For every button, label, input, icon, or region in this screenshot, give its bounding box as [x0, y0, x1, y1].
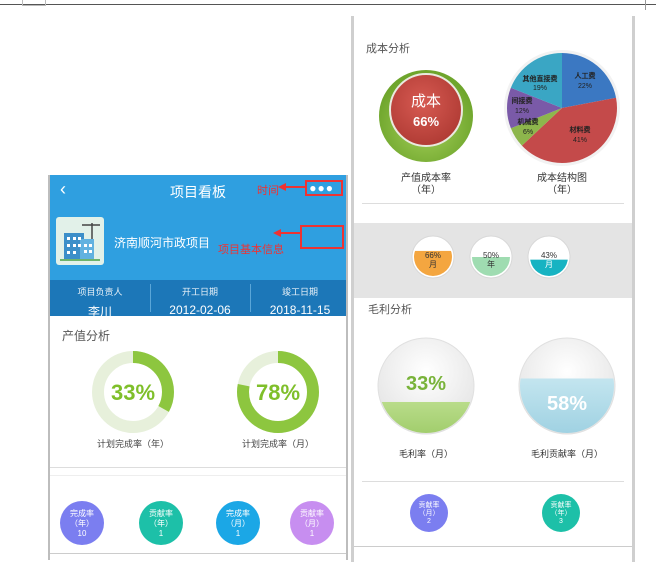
info-end-date: 竣工日期 2018-11-15: [250, 280, 346, 317]
info-value: 2018-11-15: [269, 303, 331, 317]
bottom-rule: [354, 546, 632, 547]
section-divider: [362, 203, 624, 204]
bottom-rule: [50, 553, 346, 554]
cost-ratio-circle: 成本 66%: [379, 70, 473, 162]
gross-contribution-value: 58%: [547, 393, 587, 415]
gross-margin-label: 毛利率（月）: [398, 449, 453, 459]
cost-ratio-label: 成本: [411, 93, 441, 110]
pill-year[interactable]: 50% 年: [468, 234, 514, 280]
svg-text:年: 年: [487, 259, 495, 269]
gross-contribution-ball: 58%: [518, 337, 616, 435]
svg-text:月: 月: [545, 260, 553, 269]
annotation-time: 时间: [257, 185, 279, 197]
gauge-value: 78%: [256, 380, 300, 405]
pill-month[interactable]: 66% 月: [410, 234, 456, 280]
gross-contribution-label: 毛利贡献率（月）: [530, 449, 603, 459]
document-corner-mark: [22, 0, 46, 6]
pie-label: 机械费: [518, 117, 539, 126]
section-title-output: 产值分析: [62, 329, 111, 343]
pie-label: 22%: [578, 83, 592, 90]
section-title-cost: 成本分析: [366, 43, 410, 55]
arrow-left-icon: [278, 183, 306, 191]
gauge-value: 33%: [111, 380, 155, 405]
svg-text:66%: 66%: [425, 251, 441, 260]
info-value: 2012-02-06: [169, 303, 231, 317]
pie-label: 材料费: [569, 125, 591, 134]
svg-text:月: 月: [429, 260, 437, 269]
pie-label: 41%: [573, 137, 587, 144]
project-info-bar: 项目负责人 李川 开工日期 2012-02-06 竣工日期 2018-11-15: [50, 280, 346, 319]
section-divider: [50, 475, 346, 476]
section-divider: [362, 481, 624, 482]
bubble-contribution-year[interactable]: 贡献率 （年） 3: [542, 494, 580, 532]
cost-ratio-caption: 产值成本率 （年）: [401, 173, 451, 196]
pie-label: 6%: [523, 129, 533, 136]
gross-margin-ball: 33%: [377, 337, 475, 435]
gauge-label: 计划完成率（年）: [96, 439, 169, 449]
cost-ratio-value: 66%: [413, 114, 439, 129]
section-title-gross-margin: 毛利分析: [368, 304, 412, 316]
annotation-project-info: 项目基本信息: [218, 244, 284, 256]
svg-text:43%: 43%: [541, 251, 557, 260]
bubble-contribution-month[interactable]: 贡献率 （月） 1: [290, 501, 334, 545]
pie-label: 其他直接费: [523, 74, 558, 83]
svg-text:50%: 50%: [483, 251, 499, 260]
arrow-left-icon: [273, 229, 301, 237]
document-top-rule: [0, 4, 656, 5]
pie-caption: 成本结构图 （年）: [537, 173, 587, 196]
bubble-contribution-year[interactable]: 贡献率 （年） 1: [139, 501, 183, 545]
gross-margin-value: 33%: [406, 373, 446, 395]
info-start-date: 开工日期 2012-02-06: [150, 280, 250, 317]
pie-label: 19%: [533, 85, 547, 92]
pie-label: 人工费: [575, 71, 596, 80]
section-divider: [50, 467, 346, 468]
info-manager: 项目负责人 李川: [50, 280, 150, 319]
info-label: 开工日期: [181, 287, 218, 297]
pie-label: 间接费: [512, 96, 533, 105]
right-phone-screen: 成本分析 成本 66% 产值成本率 （年） 其他直接费 19% 人工费 22% …: [351, 16, 635, 562]
info-label: 项目负责人: [77, 287, 123, 297]
pie-label: 12%: [515, 108, 529, 115]
bubble-contribution-month[interactable]: 贡献率 （月） 2: [410, 494, 448, 532]
gauge-year: 33%: [92, 351, 174, 433]
info-value: 李川: [87, 305, 112, 319]
project-name: 济南顺河市政项目: [114, 236, 211, 250]
building-icon: [56, 217, 104, 265]
annotation-box-info: [300, 225, 344, 249]
annotation-box-time: [305, 180, 343, 196]
gauge-month: 78%: [237, 351, 319, 433]
document-corner-mark-right: [645, 0, 656, 10]
pill-month-2[interactable]: 43% 月: [526, 234, 572, 280]
cost-structure-pie: 其他直接费 19% 人工费 22% 间接费 12% 机械费 6% 材料费 41%: [504, 50, 620, 166]
info-label: 竣工日期: [281, 287, 318, 297]
gauge-label: 计划完成率（月）: [241, 439, 314, 449]
bubble-completion-month[interactable]: 完成率 （月） 1: [216, 501, 260, 545]
bubble-completion-year[interactable]: 完成率 （年） 10: [60, 501, 104, 545]
